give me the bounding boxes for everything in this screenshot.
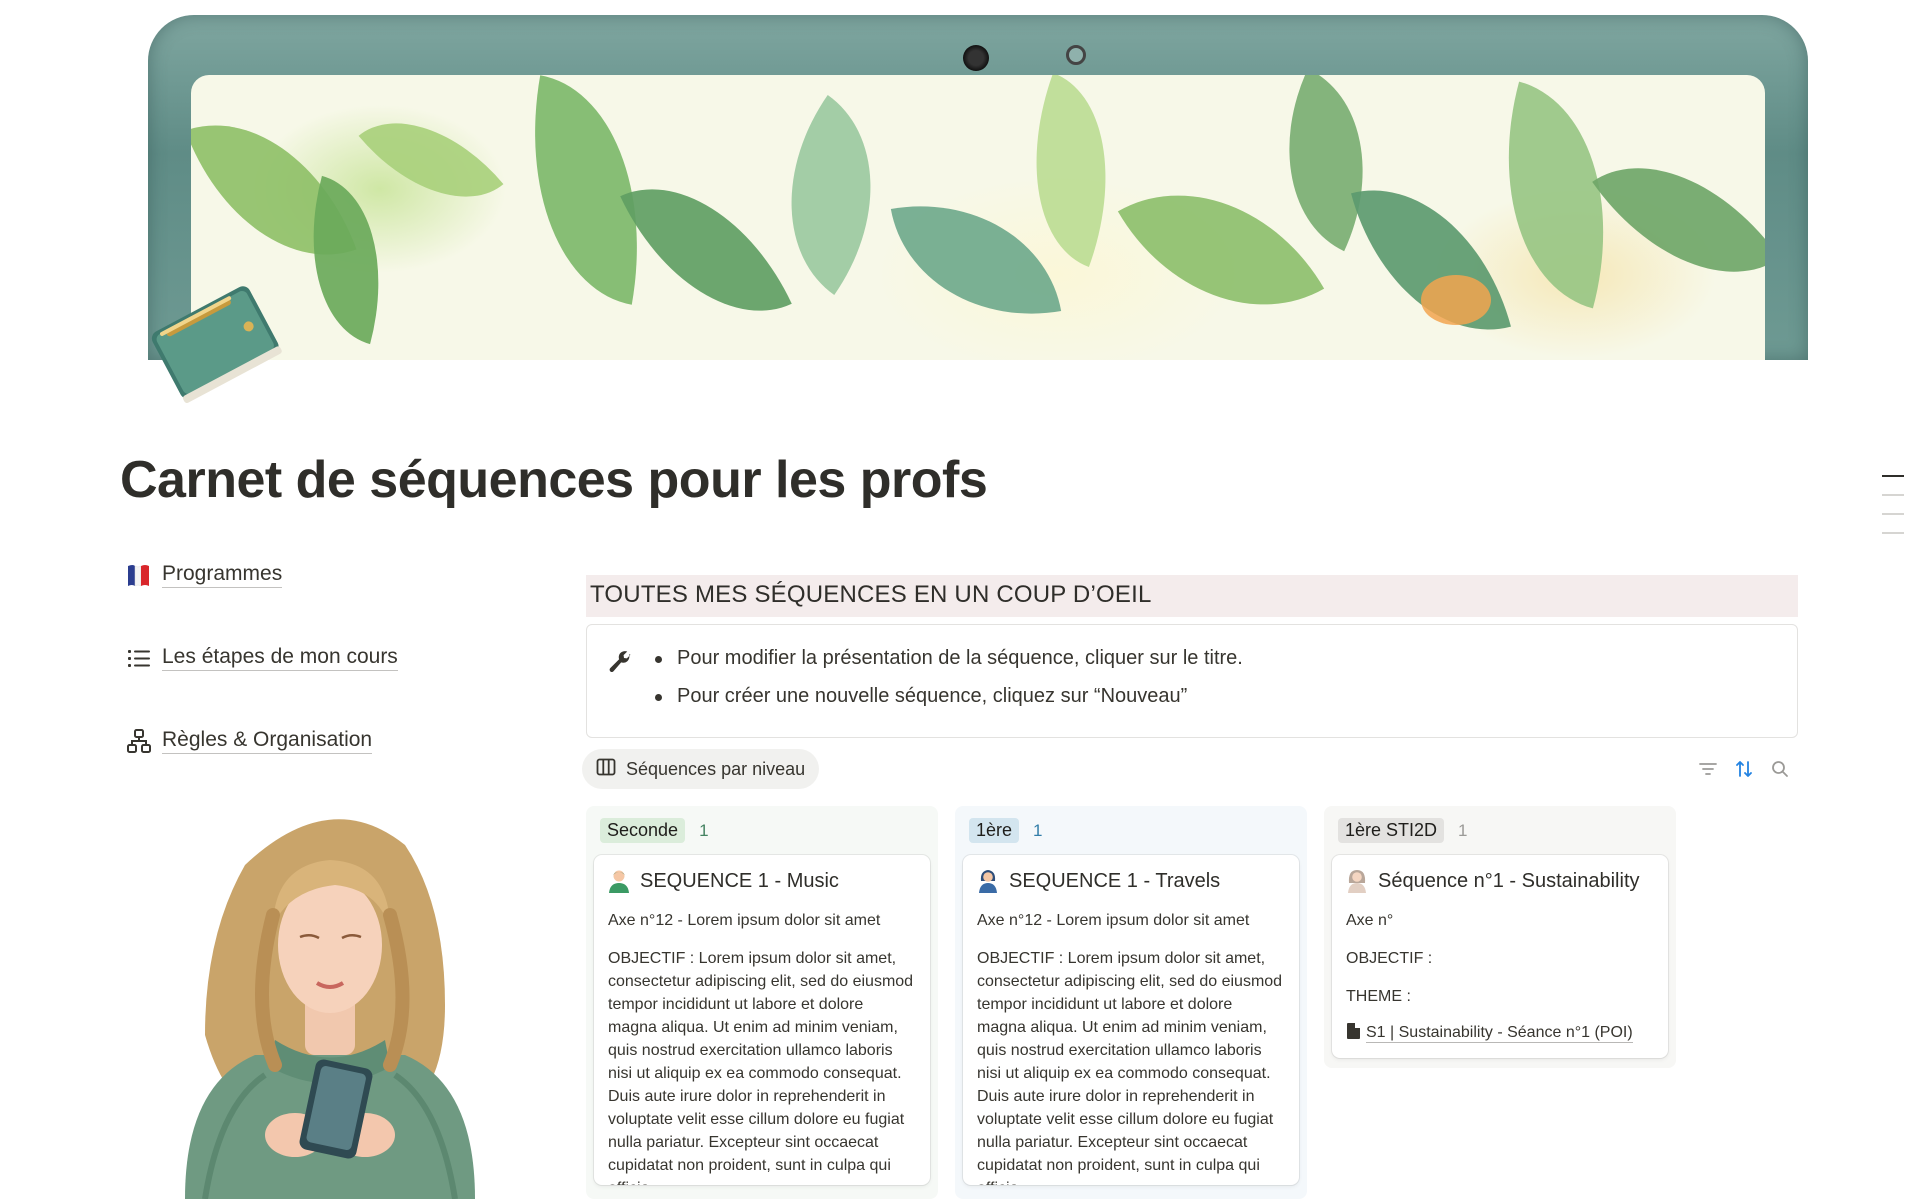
section-heading[interactable]: TOUTES MES SÉQUENCES EN UN COUP D’OEIL xyxy=(586,575,1798,617)
list-icon xyxy=(124,643,154,673)
card-relation-link[interactable]: S1 | Sustainability - Séance n°1 (POI) xyxy=(1346,1023,1654,1044)
nav-link-label: Règles & Organisation xyxy=(162,728,373,754)
page-title[interactable]: Carnet de séquences pour les profs xyxy=(120,450,988,510)
callout-list: Pour modifier la présentation de la séqu… xyxy=(651,647,1243,737)
french-flag-icon xyxy=(124,560,154,590)
notebook-with-pen-icon[interactable] xyxy=(132,272,292,422)
card-axe: Axe n°12 - Lorem ipsum dolor sit amet xyxy=(608,912,881,929)
view-tab-label: Séquences par niveau xyxy=(626,758,806,779)
page-cover[interactable] xyxy=(148,15,1808,360)
callout-item: Pour créer une nouvelle séquence, clique… xyxy=(651,685,1243,708)
view-tab-sequences-par-niveau[interactable]: Séquences par niveau xyxy=(582,749,820,789)
beige-person-icon xyxy=(1346,869,1368,893)
group-label: Seconde xyxy=(600,818,686,843)
nav-link-label: Programmes xyxy=(162,562,283,588)
card-title: Séquence n°1 - Sustainability xyxy=(1378,869,1640,892)
nav-link-label: Les étapes de mon cours xyxy=(162,645,398,671)
webcam-sensor xyxy=(1066,45,1086,65)
group-count: 1 xyxy=(1458,820,1468,840)
column-header[interactable]: 1ère STI2D 1 xyxy=(1338,818,1662,843)
info-callout[interactable]: Pour modifier la présentation de la séqu… xyxy=(586,624,1798,738)
card-objectif: OBJECTIF : Lorem ipsum dolor sit amet, c… xyxy=(608,950,914,1185)
column-header[interactable]: 1ère 1 xyxy=(969,818,1293,843)
column-header[interactable]: Seconde 1 xyxy=(600,818,924,843)
search-icon[interactable] xyxy=(1770,759,1790,779)
green-person-icon xyxy=(608,869,630,893)
board-column-seconde: Seconde 1 SEQUENCE 1 - Music Axe n°12 - … xyxy=(586,806,938,1199)
card-objectif: OBJECTIF : xyxy=(1346,950,1433,967)
card-title-row: Séquence n°1 - Sustainability xyxy=(1346,869,1654,893)
nav-link-regles[interactable]: Règles & Organisation xyxy=(124,726,373,756)
nav-link-etapes[interactable]: Les étapes de mon cours xyxy=(124,643,398,673)
page-icon xyxy=(1346,1023,1360,1044)
woman-with-phone-illustration xyxy=(165,805,495,1199)
group-count: 1 xyxy=(699,820,709,840)
board-column-1ere-sti2d: 1ère STI2D 1 Séquence n°1 - Sustainabili… xyxy=(1324,806,1676,1068)
blue-person-icon xyxy=(977,869,999,893)
card-axe: Axe n°12 - Lorem ipsum dolor sit amet xyxy=(977,912,1250,929)
card-objectif: OBJECTIF : Lorem ipsum dolor sit amet, c… xyxy=(977,950,1283,1185)
toc-line[interactable] xyxy=(1882,532,1904,534)
toc-line[interactable] xyxy=(1882,475,1904,477)
group-count: 1 xyxy=(1033,820,1043,840)
card-title: SEQUENCE 1 - Travels xyxy=(1009,869,1221,892)
board-icon xyxy=(596,758,616,781)
table-of-contents-minimap[interactable] xyxy=(1882,475,1904,551)
group-label: 1ère xyxy=(969,818,1020,843)
view-toolbar xyxy=(1698,759,1790,779)
sort-icon[interactable] xyxy=(1734,759,1754,779)
wrench-icon xyxy=(607,649,633,737)
card-axe: Axe n° xyxy=(1346,912,1394,929)
nav-link-programmes[interactable]: Programmes xyxy=(124,560,283,590)
sequence-card[interactable]: SEQUENCE 1 - Travels Axe n°12 - Lorem ip… xyxy=(963,855,1299,1185)
card-title: SEQUENCE 1 - Music xyxy=(640,869,839,892)
group-label: 1ère STI2D xyxy=(1338,818,1445,843)
toc-line[interactable] xyxy=(1882,513,1904,515)
filter-icon[interactable] xyxy=(1698,759,1718,779)
callout-item: Pour modifier la présentation de la séqu… xyxy=(651,647,1243,670)
card-title-row: SEQUENCE 1 - Music xyxy=(608,869,916,893)
relation-label: S1 | Sustainability - Séance n°1 (POI) xyxy=(1366,1024,1633,1043)
card-title-row: SEQUENCE 1 - Travels xyxy=(977,869,1285,893)
webcam-dot xyxy=(963,45,989,71)
cover-leaves-artwork xyxy=(191,75,1765,360)
sequence-card[interactable]: Séquence n°1 - Sustainability Axe n° OBJ… xyxy=(1332,855,1668,1058)
hierarchy-icon xyxy=(124,726,154,756)
sequence-card[interactable]: SEQUENCE 1 - Music Axe n°12 - Lorem ipsu… xyxy=(594,855,930,1185)
toc-line[interactable] xyxy=(1882,494,1904,496)
card-theme: THEME : xyxy=(1346,988,1411,1005)
board-column-1ere: 1ère 1 SEQUENCE 1 - Travels Axe n°12 - L… xyxy=(955,806,1307,1199)
